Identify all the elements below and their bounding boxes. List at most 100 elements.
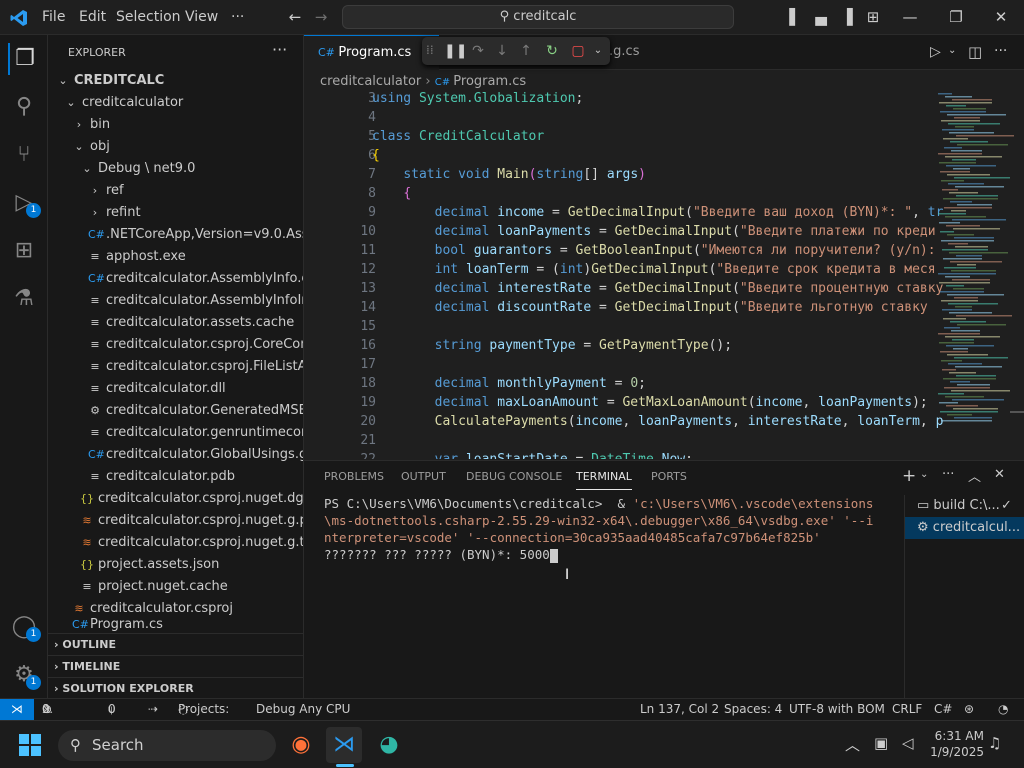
back-arrow-icon[interactable]: ← bbox=[286, 8, 304, 26]
code-line[interactable]: CalculatePayments(income, loanPayments, … bbox=[372, 412, 944, 431]
outline-section[interactable]: › OUTLINE bbox=[48, 633, 303, 655]
tab-ports[interactable]: PORTS bbox=[651, 470, 687, 490]
tree-item[interactable]: ≋ creditcalculator.csproj.nuget.g.pro... bbox=[48, 510, 303, 532]
tree-item[interactable]: ⌄ Debug \ net9.0 bbox=[48, 158, 303, 180]
tree-item[interactable]: C#creditcalculator.AssemblyInfo.cs bbox=[48, 268, 303, 290]
notifications-bell-icon[interactable]: ◔ bbox=[998, 699, 1008, 720]
explorer-icon[interactable]: ❐ bbox=[8, 43, 40, 75]
maximize-panel-icon[interactable]: ︿ bbox=[968, 466, 981, 485]
step-out-icon[interactable]: ↑ bbox=[516, 41, 536, 61]
new-terminal-icon[interactable]: + bbox=[902, 466, 916, 486]
extensions-icon[interactable]: ⊞ bbox=[8, 235, 40, 267]
code-line[interactable]: int loanTerm = (int)GetDecimalInput("Вве… bbox=[372, 260, 936, 279]
taskbar-search[interactable]: ⚲ Search bbox=[58, 730, 276, 761]
code-line[interactable]: using System.Globalization; bbox=[372, 89, 583, 108]
code-line[interactable]: decimal discountRate = GetDecimalInput("… bbox=[372, 298, 928, 317]
command-center-search[interactable]: ⚲ creditcalc bbox=[342, 5, 734, 29]
testing-icon[interactable]: ⚗ bbox=[8, 283, 40, 315]
search-icon[interactable]: ⚲ bbox=[8, 91, 40, 123]
menu-more[interactable]: ··· bbox=[231, 9, 244, 25]
step-into-icon[interactable]: ↓ bbox=[492, 41, 512, 61]
language-status[interactable]: C# bbox=[934, 699, 952, 720]
breadcrumb-folder[interactable]: creditcalculator bbox=[320, 74, 421, 89]
restore-icon[interactable]: ❐ bbox=[947, 8, 965, 26]
vscode-taskbar-icon[interactable]: ⋊ bbox=[326, 727, 362, 763]
terminal-item-creditcalc[interactable]: ⚙ creditcalcul... bbox=[905, 517, 1024, 539]
debug-config-status[interactable]: Debug Any CPU bbox=[256, 699, 350, 720]
code-line[interactable]: string paymentType = GetPaymentType(); bbox=[372, 336, 732, 355]
firefox-icon[interactable]: ◉ bbox=[283, 727, 319, 763]
tree-item[interactable]: ≡ creditcalculator.csproj.CoreCom... bbox=[48, 334, 303, 356]
tree-item[interactable]: › bin bbox=[48, 114, 303, 136]
tree-item[interactable]: › ref bbox=[48, 180, 303, 202]
code-line[interactable]: bool guarantors = GetBooleanInput("Имеют… bbox=[372, 241, 936, 260]
code-line[interactable]: var loanStartDate = DateTime.Now; bbox=[372, 450, 693, 459]
tree-item[interactable]: ≡ creditcalculator.dll bbox=[48, 378, 303, 400]
split-editor-icon[interactable]: ◫ bbox=[968, 43, 982, 61]
menu-edit[interactable]: Edit bbox=[79, 9, 106, 25]
code-line[interactable]: decimal loanPayments = GetDecimalInput("… bbox=[372, 222, 936, 241]
tab-debug-console[interactable]: DEBUG CONSOLE bbox=[466, 470, 562, 490]
code-editor[interactable]: 3 using System.Globalization; 4 5 class Cred… bbox=[304, 89, 944, 459]
code-line[interactable]: decimal maxLoanAmount = GetMaxLoanAmount… bbox=[372, 393, 928, 412]
tree-item[interactable]: › refint bbox=[48, 202, 303, 224]
cursor-position-status[interactable]: Ln 137, Col 2 bbox=[640, 699, 719, 720]
tree-item[interactable]: ⚙ creditcalculator.GeneratedMSBui... bbox=[48, 400, 303, 422]
toggle-sidebar-icon[interactable]: ▌ bbox=[786, 8, 804, 26]
terminal-output[interactable]: PS C:\Users\VM6\Documents\creditcalc> & … bbox=[324, 495, 890, 563]
customize-layout-icon[interactable]: ⊞ bbox=[864, 8, 882, 26]
code-line[interactable]: class CreditCalculator bbox=[372, 127, 544, 146]
tree-item[interactable]: ⌄ obj bbox=[48, 136, 303, 158]
tree-item[interactable]: C#creditcalculator.GlobalUsings.g.cs bbox=[48, 444, 303, 466]
chevron-down-icon[interactable]: ⌄ bbox=[948, 45, 956, 56]
encoding-status[interactable]: UTF-8 with BOM bbox=[789, 699, 885, 720]
close-icon[interactable]: ✕ bbox=[992, 8, 1010, 26]
source-control-icon[interactable]: ⑂ bbox=[8, 139, 40, 171]
code-line[interactable]: decimal monthlyPayment = 0; bbox=[372, 374, 646, 393]
menu-file[interactable]: File bbox=[42, 9, 65, 25]
notifications-icon[interactable]: ♫ bbox=[988, 734, 1001, 752]
close-panel-icon[interactable]: ✕ bbox=[994, 467, 1005, 482]
code-line[interactable]: { bbox=[372, 184, 411, 203]
eol-status[interactable]: CRLF bbox=[892, 699, 922, 720]
tree-item[interactable]: {} creditcalculator.csproj.nuget.dgsp... bbox=[48, 488, 303, 510]
scrollbar-thumb[interactable] bbox=[1010, 411, 1024, 413]
tree-item[interactable]: ≡ creditcalculator.genruntimeconfi... bbox=[48, 422, 303, 444]
toggle-panel-icon[interactable]: ▄ bbox=[812, 8, 830, 26]
menu-selection[interactable]: Selection bbox=[116, 9, 181, 25]
tab-program-cs[interactable]: C# Program.cs ✕ bbox=[304, 35, 439, 70]
tree-item[interactable]: C#.NETCoreApp,Version=v9.0.Asse... bbox=[48, 224, 303, 246]
restart-icon[interactable]: ↻ bbox=[542, 41, 562, 61]
tab-output[interactable]: OUTPUT bbox=[401, 470, 446, 490]
step-over-icon[interactable]: ↷ bbox=[468, 41, 488, 61]
tree-item[interactable]: ≡ creditcalculator.assets.cache bbox=[48, 312, 303, 334]
pause-icon[interactable]: ❚❚ bbox=[444, 41, 467, 61]
tree-item[interactable]: ≡ creditcalculator.csproj.FileListAb... bbox=[48, 356, 303, 378]
tree-item[interactable]: ≋ creditcalculator.csproj.nuget.g.tar... bbox=[48, 532, 303, 554]
tree-item[interactable]: ⌄ CREDITCALC bbox=[48, 70, 303, 92]
code-line[interactable]: decimal interestRate = GetDecimalInput("… bbox=[372, 279, 944, 298]
indentation-status[interactable]: Spaces: 4 bbox=[724, 699, 782, 720]
tree-item[interactable]: ≡ apphost.exe bbox=[48, 246, 303, 268]
debug-status-icon[interactable]: ⇢ bbox=[148, 699, 158, 720]
network-icon[interactable]: ▣ bbox=[874, 734, 888, 752]
code-line[interactable]: static void Main(string[] args) bbox=[372, 165, 646, 184]
terminal-item-build[interactable]: ▭ build C:\... ✓ bbox=[905, 495, 1024, 517]
tree-item[interactable]: ≡ creditcalculator.AssemblyInfoInp... bbox=[48, 290, 303, 312]
run-icon[interactable]: ▷ bbox=[930, 44, 941, 60]
editor-more-icon[interactable]: ··· bbox=[994, 43, 1007, 59]
forward-arrow-icon[interactable]: → bbox=[312, 8, 330, 26]
minimize-icon[interactable]: — bbox=[901, 8, 919, 26]
code-line[interactable]: { bbox=[372, 146, 380, 165]
chevron-down-icon[interactable]: ⌄ bbox=[588, 41, 608, 61]
timeline-section[interactable]: › TIMELINE bbox=[48, 655, 303, 677]
chevron-down-icon[interactable]: ⌄ bbox=[920, 469, 928, 480]
solution-explorer-section[interactable]: › SOLUTION EXPLORER bbox=[48, 677, 303, 698]
explorer-more-icon[interactable]: ··· bbox=[272, 40, 287, 59]
volume-icon[interactable]: ◁ bbox=[902, 734, 914, 752]
tree-item[interactable]: ≡ project.nuget.cache bbox=[48, 576, 303, 598]
tab-terminal[interactable]: TERMINAL bbox=[576, 470, 632, 490]
drag-handle-icon[interactable]: ⁞⁞ bbox=[426, 43, 434, 57]
stop-icon[interactable]: ▢ bbox=[568, 41, 588, 61]
breadcrumb-file[interactable]: Program.cs bbox=[453, 74, 526, 89]
